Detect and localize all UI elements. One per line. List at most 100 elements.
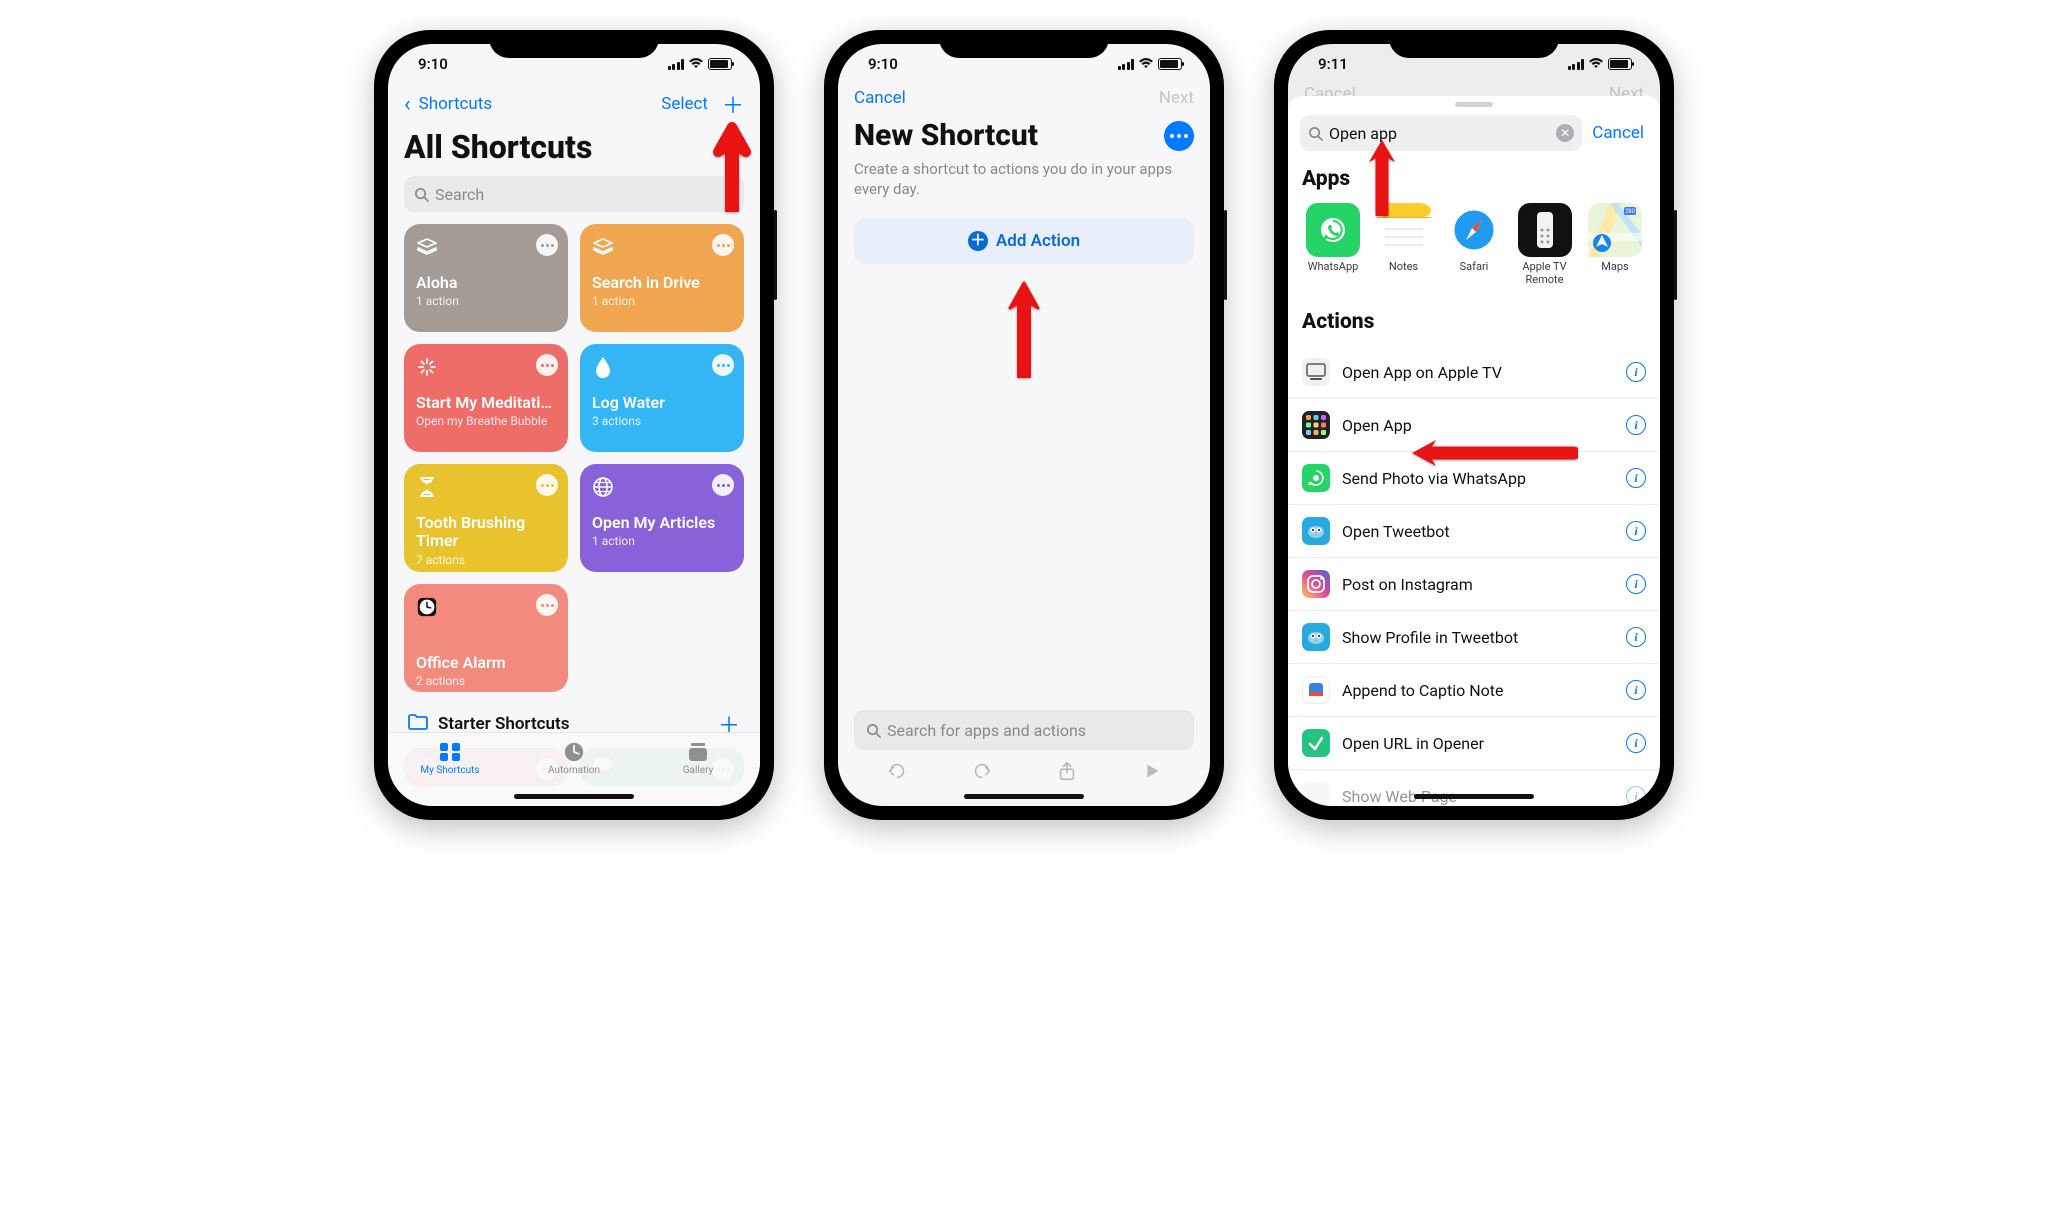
cancel-button[interactable]: Cancel (854, 88, 906, 108)
app-whatsapp[interactable]: WhatsApp (1302, 203, 1364, 286)
phone-2: 9:10 Cancel Next New Shortcut Create a s… (824, 30, 1224, 820)
search-field[interactable]: Search (404, 176, 744, 212)
shortcut-tile-meditation[interactable]: Start My Meditation Ses... Open my Breat… (404, 344, 568, 452)
stack-icon (416, 236, 438, 258)
screen-open-app-search: 9:11 Cancel Next Open app ✕ Cancel Apps (1288, 44, 1660, 806)
tab-my-shortcuts[interactable]: My Shortcuts (400, 741, 500, 776)
tab-automation[interactable]: Automation (524, 741, 624, 776)
tile-menu[interactable] (712, 474, 734, 496)
shortcut-tile-aloha[interactable]: Aloha 1 action (404, 224, 568, 332)
annotation-arrow-left (1408, 435, 1578, 471)
folder-label: Starter Shortcuts (438, 714, 569, 734)
tile-menu[interactable] (536, 474, 558, 496)
wifi-icon (688, 55, 704, 73)
action-show-profile-tweetbot[interactable]: Show Profile in Tweetbot i (1288, 611, 1660, 664)
phone-3: 9:11 Cancel Next Open app ✕ Cancel Apps (1274, 30, 1674, 820)
select-button[interactable]: Select (661, 94, 708, 114)
search-icon (414, 187, 429, 202)
search-input[interactable]: Open app ✕ (1300, 115, 1582, 151)
info-button[interactable]: i (1626, 468, 1646, 488)
app-apple-tv-remote[interactable]: Apple TV Remote (1514, 203, 1576, 286)
clock-icon (416, 596, 438, 618)
shortcut-tile-log-water[interactable]: Log Water 3 actions (580, 344, 744, 452)
shortcut-tile-open-articles[interactable]: Open My Articles 1 action (580, 464, 744, 572)
notch (1389, 30, 1559, 58)
annotation-arrow-up (1364, 136, 1400, 216)
chevron-left-icon: ‹ (404, 92, 411, 117)
more-button[interactable] (1164, 121, 1194, 151)
tile-menu[interactable] (536, 234, 558, 256)
back-button[interactable]: ‹ Shortcuts (404, 92, 492, 117)
tile-menu[interactable] (712, 354, 734, 376)
plus-circle-icon: ＋ (968, 231, 988, 251)
web-icon (1302, 782, 1330, 806)
app-safari[interactable]: Safari (1443, 203, 1505, 286)
tweetbot-icon (1302, 517, 1330, 545)
apps-row: WhatsApp Notes Safari Apple TV Remote 28… (1288, 199, 1660, 292)
home-indicator[interactable] (514, 794, 634, 799)
notch (489, 30, 659, 58)
info-button[interactable]: i (1626, 733, 1646, 753)
instagram-icon (1302, 570, 1330, 598)
redo-button[interactable] (971, 760, 993, 786)
app-maps[interactable]: 280 Maps (1584, 203, 1646, 286)
tile-menu[interactable] (536, 594, 558, 616)
apple-tv-remote-icon (1518, 203, 1572, 257)
tile-menu[interactable] (536, 354, 558, 376)
phone-1: 9:10 ‹ Shortcuts Select ＋ All Shortcuts … (374, 30, 774, 820)
safari-icon (1447, 203, 1501, 257)
page-title: All Shortcuts (388, 126, 760, 176)
plus-button[interactable]: ＋ (722, 88, 744, 120)
action-open-app-apple-tv[interactable]: Open App on Apple TV i (1288, 346, 1660, 399)
shortcut-tile-tooth-timer[interactable]: Tooth Brushing Timer 7 actions (404, 464, 568, 572)
action-show-web-page[interactable]: Show Web Page i (1288, 770, 1660, 806)
search-icon (866, 723, 881, 738)
notch (939, 30, 1109, 58)
globe-icon (592, 476, 614, 498)
info-button[interactable]: i (1626, 521, 1646, 541)
wifi-icon (1138, 55, 1154, 73)
info-button[interactable]: i (1626, 786, 1646, 806)
share-button[interactable] (1056, 760, 1078, 786)
tab-gallery[interactable]: Gallery (648, 741, 748, 776)
play-button[interactable] (1141, 760, 1163, 786)
opener-icon (1302, 729, 1330, 757)
action-post-instagram[interactable]: Post on Instagram i (1288, 558, 1660, 611)
nav-bar: Cancel Next (838, 84, 1210, 114)
screen-new-shortcut: 9:10 Cancel Next New Shortcut Create a s… (838, 44, 1210, 806)
whatsapp-icon (1302, 464, 1330, 492)
action-append-captio[interactable]: Append to Captio Note i (1288, 664, 1660, 717)
app-grid-icon (1302, 411, 1330, 439)
battery-icon (708, 58, 732, 70)
shortcut-tile-office-alarm[interactable]: Office Alarm 2 actions (404, 584, 568, 692)
info-button[interactable]: i (1626, 627, 1646, 647)
cancel-button[interactable]: Cancel (1592, 123, 1648, 143)
info-button[interactable]: i (1626, 362, 1646, 382)
clear-button[interactable]: ✕ (1556, 124, 1574, 142)
actions-header: Actions (1288, 292, 1660, 342)
tile-menu[interactable] (712, 234, 734, 256)
action-open-url-opener[interactable]: Open URL in Opener i (1288, 717, 1660, 770)
home-indicator[interactable] (964, 794, 1084, 799)
svg-text:280: 280 (1625, 208, 1636, 215)
shortcut-tile-search-drive[interactable]: Search in Drive 1 action (580, 224, 744, 332)
info-button[interactable]: i (1626, 680, 1646, 700)
sheet-grabber[interactable] (1455, 102, 1493, 107)
status-right (1118, 55, 1183, 73)
apple-tv-icon (1302, 358, 1330, 386)
add-action-button[interactable]: ＋ Add Action (854, 218, 1194, 264)
tweetbot-icon (1302, 623, 1330, 651)
home-indicator[interactable] (1414, 794, 1534, 799)
sparkle-icon (416, 356, 438, 378)
action-open-tweetbot[interactable]: Open Tweetbot i (1288, 505, 1660, 558)
actions-list: Open App on Apple TV i Open App i Send P… (1288, 346, 1660, 806)
hourglass-icon (416, 476, 438, 498)
info-button[interactable]: i (1626, 415, 1646, 435)
next-button[interactable]: Next (1159, 88, 1194, 108)
battery-icon (1158, 58, 1182, 70)
info-button[interactable]: i (1626, 574, 1646, 594)
undo-button[interactable] (886, 760, 908, 786)
action-search-field[interactable]: Search for apps and actions (854, 710, 1194, 750)
shortcut-grid: Aloha 1 action Search in Drive 1 action … (388, 224, 760, 692)
description-text: Create a shortcut to actions you do in y… (838, 159, 1210, 214)
